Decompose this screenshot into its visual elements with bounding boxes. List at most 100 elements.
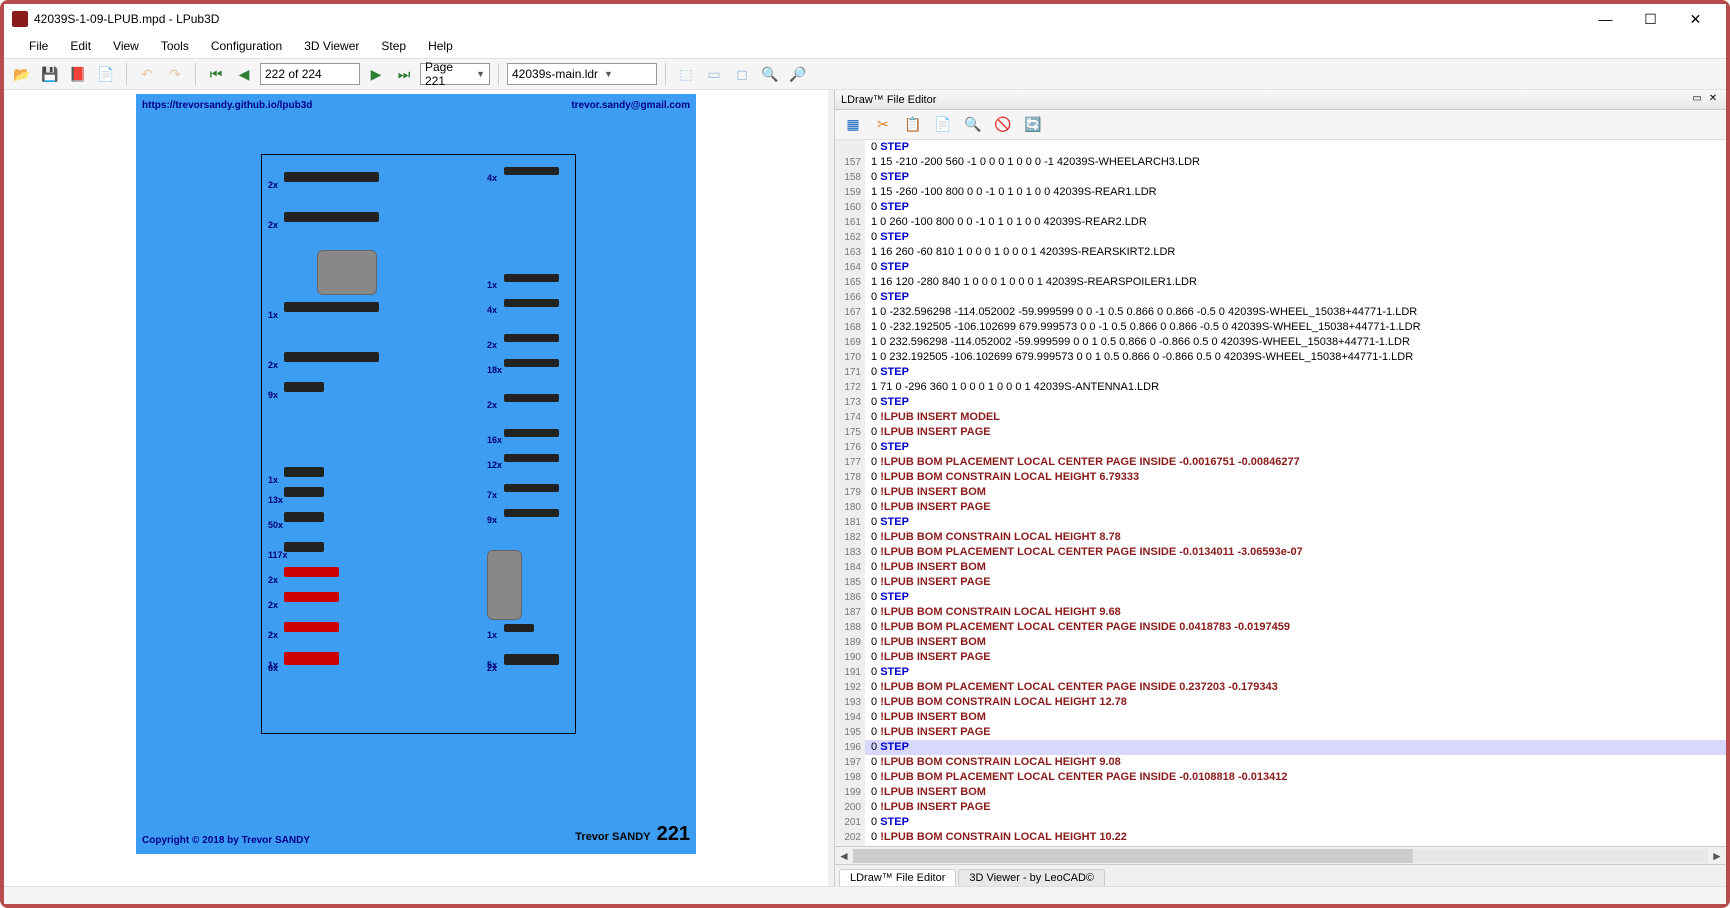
- code-line[interactable]: 1640 STEP: [835, 260, 1726, 275]
- paste-icon[interactable]: 📄: [931, 113, 955, 137]
- scroll-track[interactable]: [853, 849, 1708, 863]
- code-line[interactable]: 1600 STEP: [835, 200, 1726, 215]
- delete-icon[interactable]: 🚫: [991, 113, 1015, 137]
- code-line[interactable]: 1710 STEP: [835, 365, 1726, 380]
- prev-page-icon[interactable]: ◀: [232, 62, 256, 86]
- code-line[interactable]: 1810 STEP: [835, 515, 1726, 530]
- page-canvas[interactable]: https://trevorsandy.github.io/lpub3d tre…: [136, 94, 696, 854]
- code-line[interactable]: 1910 STEP: [835, 665, 1726, 680]
- code-line[interactable]: 1611 0 260 -100 800 0 0 -1 0 1 0 1 0 0 4…: [835, 215, 1726, 230]
- minimize-button[interactable]: —: [1583, 5, 1628, 33]
- code-line[interactable]: 1920 !LPUB BOM PLACEMENT LOCAL CENTER PA…: [835, 680, 1726, 695]
- bom-count: 2x: [487, 400, 497, 410]
- scroll-right-icon[interactable]: ►: [1708, 849, 1726, 863]
- copy-icon[interactable]: 📋: [901, 113, 925, 137]
- code-line[interactable]: 1721 71 0 -296 360 1 0 0 0 1 0 0 0 1 420…: [835, 380, 1726, 395]
- scroll-left-icon[interactable]: ◄: [835, 849, 853, 863]
- code-line[interactable]: 1950 !LPUB INSERT PAGE: [835, 725, 1726, 740]
- code-line[interactable]: 1940 !LPUB INSERT BOM: [835, 710, 1726, 725]
- menu-file[interactable]: File: [19, 37, 58, 55]
- code-line[interactable]: 1780 !LPUB BOM CONSTRAIN LOCAL HEIGHT 6.…: [835, 470, 1726, 485]
- redo-icon[interactable]: ↷: [163, 62, 187, 86]
- page-combo[interactable]: Page 221 ▼: [420, 63, 490, 85]
- code-line[interactable]: 1790 !LPUB INSERT BOM: [835, 485, 1726, 500]
- menu-tools[interactable]: Tools: [151, 37, 199, 55]
- undo-icon[interactable]: ↶: [135, 62, 159, 86]
- select-all-icon[interactable]: ▦: [841, 113, 865, 137]
- menu-step[interactable]: Step: [371, 37, 416, 55]
- code-line[interactable]: 1750 !LPUB INSERT PAGE: [835, 425, 1726, 440]
- code-line[interactable]: 1820 !LPUB BOM CONSTRAIN LOCAL HEIGHT 8.…: [835, 530, 1726, 545]
- next-page-icon[interactable]: ▶: [364, 62, 388, 86]
- save-icon[interactable]: 💾: [38, 62, 62, 86]
- code-line[interactable]: 1571 15 -210 -200 560 -1 0 0 0 1 0 0 0 -…: [835, 155, 1726, 170]
- fit-width-icon[interactable]: ⬚: [674, 62, 698, 86]
- close-button[interactable]: ✕: [1673, 5, 1718, 33]
- code-line[interactable]: 2020 !LPUB BOM CONSTRAIN LOCAL HEIGHT 10…: [835, 830, 1726, 845]
- code-line[interactable]: 1591 15 -260 -100 800 0 0 -1 0 1 0 1 0 0…: [835, 185, 1726, 200]
- actual-size-icon[interactable]: ◻: [730, 62, 754, 86]
- code-line[interactable]: 1770 !LPUB BOM PLACEMENT LOCAL CENTER PA…: [835, 455, 1726, 470]
- code-line[interactable]: 1800 !LPUB INSERT PAGE: [835, 500, 1726, 515]
- open-icon[interactable]: 📂: [10, 62, 34, 86]
- editor-hscrollbar[interactable]: ◄ ►: [835, 846, 1726, 864]
- code-line[interactable]: 1830 !LPUB BOM PLACEMENT LOCAL CENTER PA…: [835, 545, 1726, 560]
- code-line[interactable]: 1691 0 232.596298 -114.052002 -59.999599…: [835, 335, 1726, 350]
- zoom-out-icon[interactable]: 🔎: [786, 62, 810, 86]
- code-line[interactable]: 1730 STEP: [835, 395, 1726, 410]
- code-line[interactable]: 1681 0 -232.192505 -106.102699 679.99957…: [835, 320, 1726, 335]
- code-line[interactable]: 2000 !LPUB INSERT PAGE: [835, 800, 1726, 815]
- code-line[interactable]: 1860 STEP: [835, 590, 1726, 605]
- code-line[interactable]: 1760 STEP: [835, 440, 1726, 455]
- pdf-icon[interactable]: 📕: [66, 62, 90, 86]
- menu-view[interactable]: View: [103, 37, 149, 55]
- code-line[interactable]: 1870 !LPUB BOM CONSTRAIN LOCAL HEIGHT 9.…: [835, 605, 1726, 620]
- editor-tab[interactable]: LDraw™ File Editor: [839, 869, 956, 886]
- menu-3d-viewer[interactable]: 3D Viewer: [294, 37, 369, 55]
- file-combo[interactable]: 42039s-main.ldr ▼: [507, 63, 657, 85]
- code-line[interactable]: 1970 !LPUB BOM CONSTRAIN LOCAL HEIGHT 9.…: [835, 755, 1726, 770]
- fit-page-icon[interactable]: ▭: [702, 62, 726, 86]
- code-line[interactable]: 1701 0 232.192505 -106.102699 679.999573…: [835, 350, 1726, 365]
- code-line[interactable]: 2010 STEP: [835, 815, 1726, 830]
- editor-body[interactable]: 0 STEP1571 15 -210 -200 560 -1 0 0 0 1 0…: [835, 140, 1726, 846]
- scroll-thumb[interactable]: [853, 849, 1413, 863]
- code-line[interactable]: 2030 !LPUB INSERT PAGE: [835, 845, 1726, 846]
- bom-motor: [487, 550, 522, 620]
- code-line[interactable]: 0 STEP: [835, 140, 1726, 155]
- code-line[interactable]: 1651 16 120 -280 840 1 0 0 0 1 0 0 0 1 4…: [835, 275, 1726, 290]
- menu-configuration[interactable]: Configuration: [201, 37, 292, 55]
- bom-part: [284, 487, 324, 497]
- cut-icon[interactable]: ✂: [871, 113, 895, 137]
- export-icon[interactable]: 📄: [94, 62, 118, 86]
- code-line[interactable]: 1631 16 260 -60 810 1 0 0 0 1 0 0 0 1 42…: [835, 245, 1726, 260]
- bom-part: [504, 454, 559, 462]
- undock-icon[interactable]: ▭: [1690, 93, 1704, 107]
- code-line[interactable]: 1740 !LPUB INSERT MODEL: [835, 410, 1726, 425]
- close-panel-icon[interactable]: ✕: [1706, 93, 1720, 107]
- app-window: 42039S-1-09-LPUB.mpd - LPub3D — ☐ ✕ File…: [0, 0, 1730, 908]
- code-line[interactable]: 1660 STEP: [835, 290, 1726, 305]
- code-line[interactable]: 1840 !LPUB INSERT BOM: [835, 560, 1726, 575]
- code-line[interactable]: 1890 !LPUB INSERT BOM: [835, 635, 1726, 650]
- code-line[interactable]: 1900 !LPUB INSERT PAGE: [835, 650, 1726, 665]
- menu-help[interactable]: Help: [418, 37, 463, 55]
- code-line[interactable]: 1620 STEP: [835, 230, 1726, 245]
- menu-edit[interactable]: Edit: [60, 37, 101, 55]
- last-page-icon[interactable]: ⏭: [392, 62, 416, 86]
- code-line[interactable]: 1980 !LPUB BOM PLACEMENT LOCAL CENTER PA…: [835, 770, 1726, 785]
- code-line[interactable]: 1880 !LPUB BOM PLACEMENT LOCAL CENTER PA…: [835, 620, 1726, 635]
- code-line[interactable]: 1850 !LPUB INSERT PAGE: [835, 575, 1726, 590]
- code-line[interactable]: 1671 0 -232.596298 -114.052002 -59.99959…: [835, 305, 1726, 320]
- refresh-icon[interactable]: 🔄: [1021, 113, 1045, 137]
- code-line[interactable]: 1930 !LPUB BOM CONSTRAIN LOCAL HEIGHT 12…: [835, 695, 1726, 710]
- first-page-icon[interactable]: ⏮: [204, 62, 228, 86]
- find-icon[interactable]: 🔍: [961, 113, 985, 137]
- code-line[interactable]: 1580 STEP: [835, 170, 1726, 185]
- zoom-in-icon[interactable]: 🔍: [758, 62, 782, 86]
- maximize-button[interactable]: ☐: [1628, 5, 1673, 33]
- code-line[interactable]: 1960 STEP: [835, 740, 1726, 755]
- code-line[interactable]: 1990 !LPUB INSERT BOM: [835, 785, 1726, 800]
- editor-tab[interactable]: 3D Viewer - by LeoCAD©: [958, 869, 1105, 886]
- page-of-input[interactable]: [260, 63, 360, 85]
